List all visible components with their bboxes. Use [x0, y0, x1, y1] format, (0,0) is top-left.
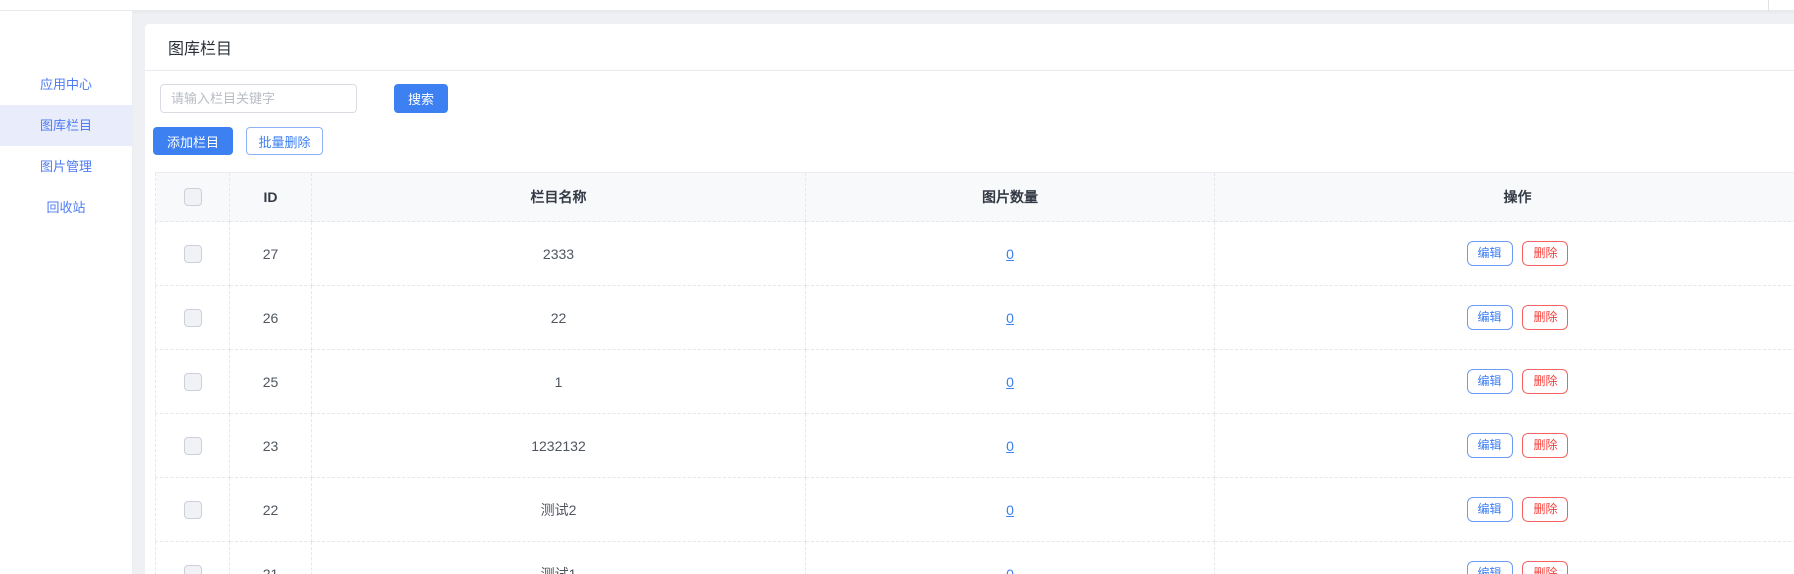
delete-button[interactable]: 删除: [1522, 497, 1569, 522]
main-layout: 应用中心 图库栏目 图片管理 回收站 图库栏目 搜索 添加栏目 批量删除: [0, 11, 1794, 574]
cell-id: 26: [229, 285, 312, 350]
cell-checkbox: [155, 413, 230, 478]
table-row: 23 1232132 0 编辑 删除: [155, 413, 1794, 478]
cell-id: 21: [229, 541, 312, 574]
header-actions: 操作: [1214, 172, 1794, 222]
cell-actions: 编辑 删除: [1214, 477, 1794, 542]
sidebar-item-label: 图库栏目: [39, 118, 92, 133]
row-checkbox[interactable]: [183, 564, 202, 574]
header-image-count: 图片数量: [805, 172, 1215, 222]
cell-checkbox: [155, 221, 230, 286]
delete-button[interactable]: 删除: [1522, 433, 1569, 458]
sidebar-nav: 应用中心 图库栏目 图片管理 回收站: [0, 64, 132, 228]
batch-delete-button[interactable]: 批量删除: [246, 127, 323, 155]
cell-actions: 编辑 删除: [1214, 541, 1794, 574]
cell-checkbox: [155, 285, 230, 350]
cell-image-count: 0: [805, 285, 1215, 350]
table-row: 25 1 0 编辑 删除: [155, 349, 1794, 414]
row-checkbox[interactable]: [183, 372, 202, 391]
table-row: 27 2333 0 编辑 删除: [155, 221, 1794, 286]
card-header: 图库栏目: [145, 24, 1794, 71]
sidebar: 应用中心 图库栏目 图片管理 回收站: [0, 11, 133, 574]
sidebar-item-label: 图片管理: [39, 159, 92, 174]
delete-button[interactable]: 删除: [1522, 305, 1569, 330]
header-checkbox-cell: [155, 172, 230, 222]
cell-column-name: 1232132: [311, 413, 806, 478]
page-title: 图库栏目: [168, 41, 233, 58]
delete-button[interactable]: 删除: [1522, 561, 1569, 574]
sidebar-item-gallery-columns[interactable]: 图库栏目: [0, 105, 132, 146]
row-checkbox[interactable]: [183, 500, 202, 519]
table-header-row: ID 栏目名称 图片数量 操作: [155, 172, 1794, 222]
header-id: ID: [229, 172, 312, 222]
image-count-link[interactable]: 0: [1006, 246, 1014, 262]
edit-button[interactable]: 编辑: [1466, 305, 1513, 330]
cell-actions: 编辑 删除: [1214, 285, 1794, 350]
sidebar-item-label: 应用中心: [39, 77, 92, 92]
toolbar-row: 添加栏目 批量删除: [153, 127, 1794, 155]
image-count-link[interactable]: 0: [1006, 566, 1014, 574]
sidebar-item-app-center[interactable]: 应用中心: [0, 64, 132, 105]
columns-table: ID 栏目名称 图片数量 操作 27 2333 0 编辑 删除 26 22 0 …: [155, 172, 1794, 574]
sidebar-item-label: 回收站: [46, 200, 86, 215]
cell-image-count: 0: [805, 413, 1215, 478]
cell-checkbox: [155, 541, 230, 574]
cell-image-count: 0: [805, 221, 1215, 286]
sidebar-item-image-management[interactable]: 图片管理: [0, 146, 132, 187]
search-input[interactable]: [160, 84, 357, 113]
delete-button[interactable]: 删除: [1522, 369, 1569, 394]
search-row: 搜索: [160, 84, 1794, 113]
cell-column-name: 测试1: [311, 541, 806, 574]
edit-button[interactable]: 编辑: [1466, 369, 1513, 394]
header-column-name: 栏目名称: [311, 172, 806, 222]
row-checkbox[interactable]: [183, 308, 202, 327]
image-count-link[interactable]: 0: [1006, 502, 1014, 518]
cell-id: 23: [229, 413, 312, 478]
select-all-checkbox[interactable]: [183, 188, 202, 207]
sidebar-item-recycle-bin[interactable]: 回收站: [0, 187, 132, 228]
cell-actions: 编辑 删除: [1214, 413, 1794, 478]
add-column-button[interactable]: 添加栏目: [153, 127, 233, 155]
cell-column-name: 1: [311, 349, 806, 414]
image-count-link[interactable]: 0: [1006, 374, 1014, 390]
edit-button[interactable]: 编辑: [1466, 433, 1513, 458]
cell-image-count: 0: [805, 477, 1215, 542]
cell-id: 22: [229, 477, 312, 542]
topbar-divider: [1768, 0, 1769, 11]
cell-column-name: 22: [311, 285, 806, 350]
cell-checkbox: [155, 349, 230, 414]
topbar: [0, 0, 1794, 11]
cell-id: 27: [229, 221, 312, 286]
cell-image-count: 0: [805, 541, 1215, 574]
table-row: 26 22 0 编辑 删除: [155, 285, 1794, 350]
search-button[interactable]: 搜索: [394, 84, 448, 113]
cell-id: 25: [229, 349, 312, 414]
cell-column-name: 2333: [311, 221, 806, 286]
table-row: 21 测试1 0 编辑 删除: [155, 541, 1794, 574]
cell-image-count: 0: [805, 349, 1215, 414]
image-count-link[interactable]: 0: [1006, 310, 1014, 326]
cell-actions: 编辑 删除: [1214, 221, 1794, 286]
table-row: 22 测试2 0 编辑 删除: [155, 477, 1794, 542]
cell-checkbox: [155, 477, 230, 542]
cell-actions: 编辑 删除: [1214, 349, 1794, 414]
cell-column-name: 测试2: [311, 477, 806, 542]
edit-button[interactable]: 编辑: [1466, 561, 1513, 574]
delete-button[interactable]: 删除: [1522, 241, 1569, 266]
edit-button[interactable]: 编辑: [1466, 497, 1513, 522]
image-count-link[interactable]: 0: [1006, 438, 1014, 454]
content-area: 图库栏目 搜索 添加栏目 批量删除: [133, 11, 1794, 574]
row-checkbox[interactable]: [183, 436, 202, 455]
gallery-columns-card: 图库栏目 搜索 添加栏目 批量删除: [145, 24, 1794, 574]
edit-button[interactable]: 编辑: [1466, 241, 1513, 266]
row-checkbox[interactable]: [183, 244, 202, 263]
